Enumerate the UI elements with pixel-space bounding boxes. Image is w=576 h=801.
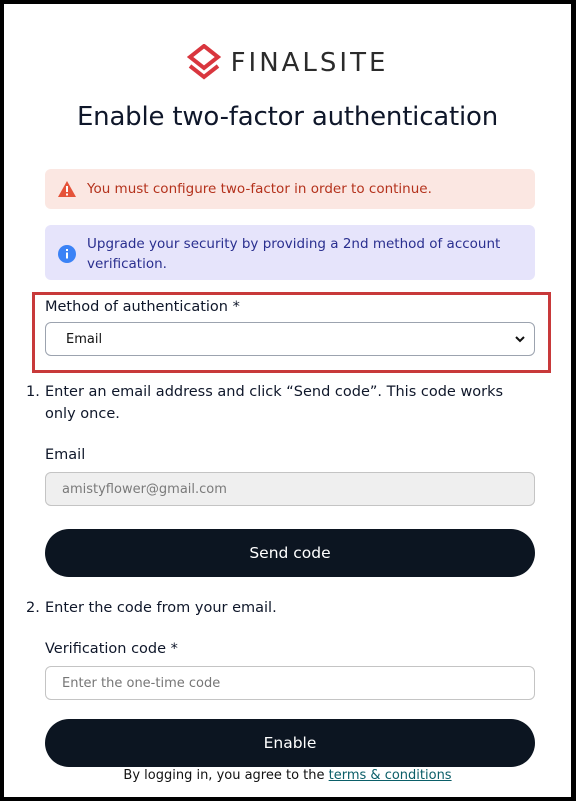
error-alert: You must configure two-factor in order t… [45,169,535,209]
verification-label: Verification code * [45,641,178,657]
email-field: amistyflower@gmail.com [45,472,535,506]
brand-logo: FINALSITE [4,44,571,82]
verification-code-input[interactable]: Enter the one-time code [45,666,535,700]
info-alert: Upgrade your security by providing a 2nd… [45,225,535,280]
send-code-button[interactable]: Send code [45,529,535,577]
finalsite-logo-icon [186,44,221,80]
method-select[interactable]: Email [45,322,535,356]
auth-card: FINALSITE Enable two-factor authenticati… [4,4,571,797]
step-1: 1. Enter an email address and click “Sen… [26,381,531,425]
footer-text: By logging in, you agree to the [123,768,329,783]
method-select-value: Email [66,331,103,347]
step-1-text: Enter an email address and click “Send c… [45,384,504,422]
email-value: amistyflower@gmail.com [62,481,227,497]
step-2-number: 2. [26,600,40,616]
info-alert-text: Upgrade your security by providing a 2nd… [87,236,501,272]
step-1-number: 1. [26,384,40,400]
error-alert-text: You must configure two-factor in order t… [87,181,432,197]
method-label: Method of authentication * [45,299,240,315]
email-label: Email [45,447,86,463]
info-icon [58,245,76,263]
enable-button[interactable]: Enable [45,719,535,767]
warning-icon [58,181,76,197]
step-2-text: Enter the code from your email. [45,600,277,616]
chevron-down-icon [515,336,525,343]
step-2: 2. Enter the code from your email. [26,597,531,619]
terms-footer: By logging in, you agree to the terms & … [4,768,571,783]
terms-link[interactable]: terms & conditions [329,768,452,783]
page-title: Enable two-factor authentication [76,102,499,132]
verification-placeholder: Enter the one-time code [62,675,221,691]
brand-name: FINALSITE [230,48,389,78]
